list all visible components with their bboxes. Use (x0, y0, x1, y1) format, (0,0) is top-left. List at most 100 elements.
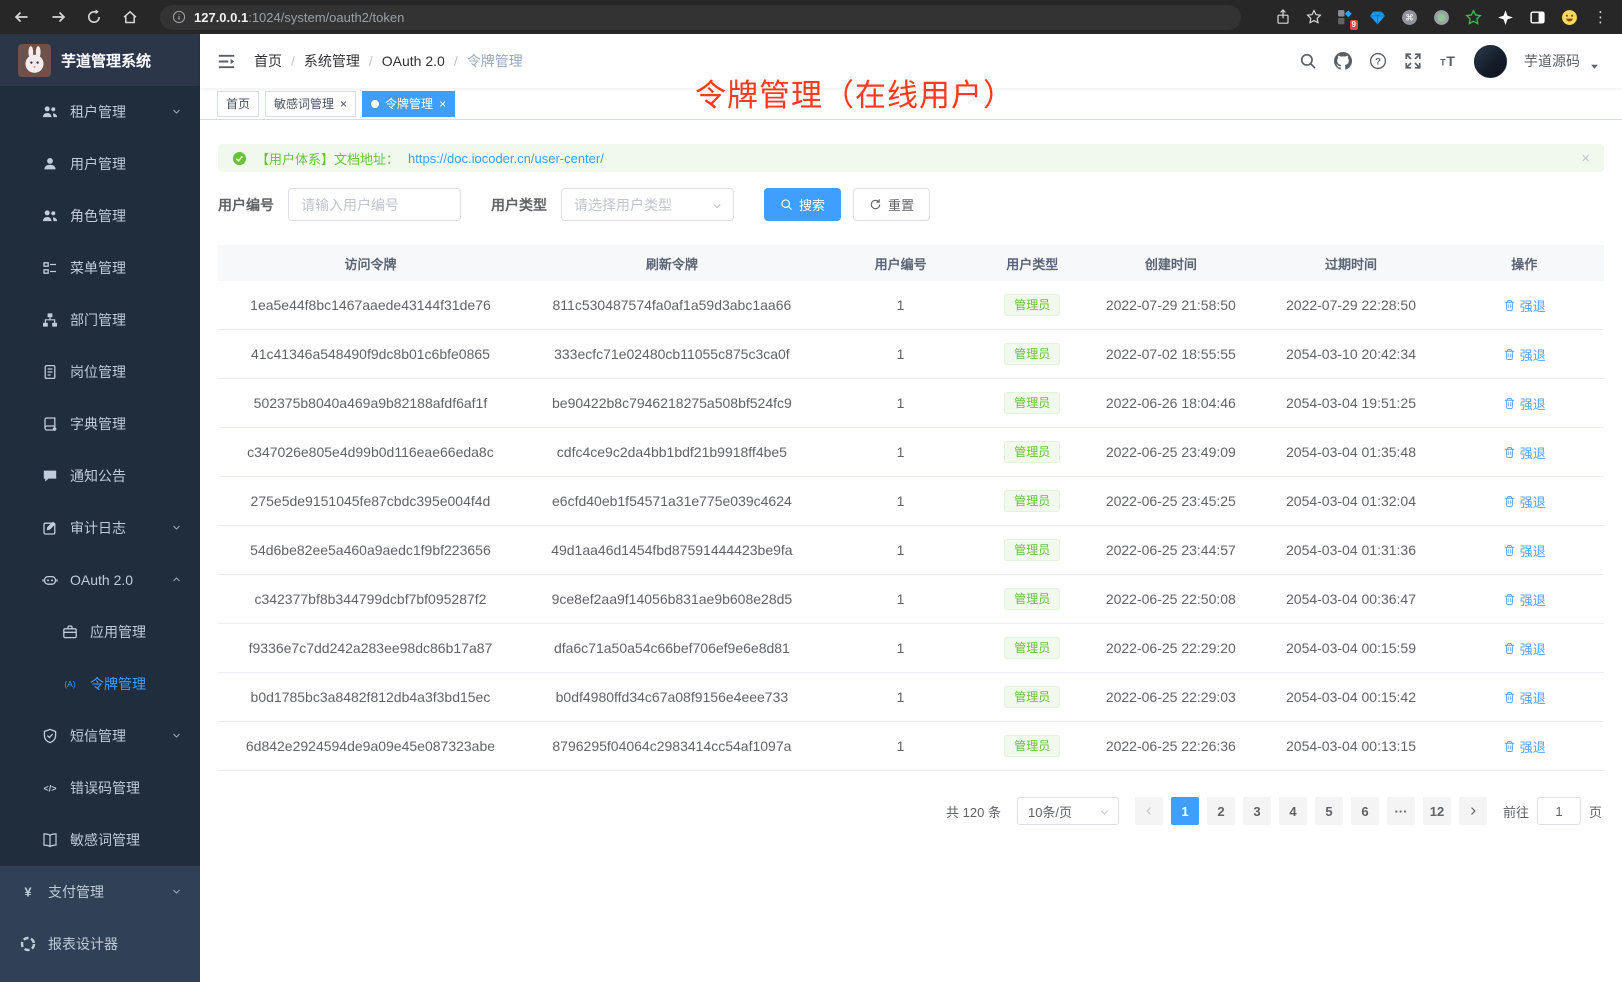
fullscreen-icon[interactable] (1404, 52, 1422, 70)
sidebar-item-user[interactable]: 用户管理 (0, 138, 200, 190)
extension-badge: 9 (1350, 20, 1358, 30)
page-button-1[interactable]: 1 (1171, 797, 1199, 825)
briefcase-icon (62, 624, 78, 640)
gem-extension-icon[interactable] (1369, 9, 1386, 26)
page-button-2[interactable]: 2 (1207, 797, 1235, 825)
doc-link[interactable]: https://doc.iocoder.cn/user-center/ (408, 151, 604, 166)
force-logout-button[interactable]: 强退 (1503, 443, 1546, 462)
page-button-12[interactable]: 12 (1423, 797, 1451, 825)
access-token-cell: 1ea5e44f8bc1467aaede43144f31de76 (218, 297, 523, 313)
bookmark-star-icon[interactable] (1306, 9, 1322, 25)
caret-down-icon[interactable] (1589, 59, 1600, 70)
goto-suffix: 页 (1589, 802, 1602, 821)
breadcrumb-item[interactable]: 首页 (254, 51, 282, 71)
tab-0[interactable]: 首页 (217, 91, 259, 117)
breadcrumb-item[interactable]: 系统管理 (304, 51, 360, 71)
emoji-extension-icon[interactable] (1561, 9, 1578, 26)
force-logout-button[interactable]: 强退 (1503, 639, 1546, 658)
table-row: 502375b8040a469a9b82188afdf6af1fbe90422b… (218, 379, 1604, 428)
refresh-token-cell: 49d1aa46d1454fbd87591444423be9fa (523, 542, 821, 558)
sparkle-extension-icon[interactable] (1497, 9, 1514, 26)
sidebar-extension-icon[interactable] (1529, 9, 1546, 26)
site-info-icon[interactable] (172, 10, 186, 24)
more-pages-button[interactable]: ··· (1387, 797, 1415, 825)
font-size-icon[interactable]: TT (1439, 52, 1457, 70)
sidebar-toggle-icon[interactable] (217, 52, 236, 71)
sidebar-item-error-code[interactable]: </>错误码管理 (0, 762, 200, 814)
sidebar-item-audit-log[interactable]: 审计日志 (0, 502, 200, 554)
alert-close-icon[interactable]: × (1581, 150, 1590, 167)
sidebar-item-post[interactable]: 岗位管理 (0, 346, 200, 398)
force-logout-button[interactable]: 强退 (1503, 688, 1546, 707)
share-icon[interactable] (1275, 9, 1291, 25)
force-logout-button[interactable]: 强退 (1503, 345, 1546, 364)
extension-grid-icon[interactable]: 9 (1337, 9, 1354, 26)
star-extension-icon[interactable] (1465, 9, 1482, 26)
page-size-select[interactable]: 10条/页 (1017, 797, 1119, 825)
tab-label: 敏感词管理 (274, 95, 334, 112)
user-id-cell: 1 (821, 297, 980, 313)
sidebar-item-dict[interactable]: 字典管理 (0, 398, 200, 450)
access-token-cell: c342377bf8b344799dcbf7bf095287f2 (218, 591, 523, 607)
sidebar-item-oauth2-token[interactable]: (A)令牌管理 (0, 658, 200, 710)
user-id-cell: 1 (821, 640, 980, 656)
sidebar-item-notice[interactable]: 通知公告 (0, 450, 200, 502)
prev-page-button[interactable] (1135, 797, 1163, 825)
page-button-5[interactable]: 5 (1315, 797, 1343, 825)
sidebar-item-oauth2-app[interactable]: 应用管理 (0, 606, 200, 658)
page-button-3[interactable]: 3 (1243, 797, 1271, 825)
sidebar-item-tenant[interactable]: 租户管理 (0, 86, 200, 138)
search-icon[interactable] (1299, 52, 1317, 70)
actions-cell: 强退 (1445, 590, 1604, 609)
reload-icon[interactable] (86, 9, 102, 25)
sidebar-item-dept[interactable]: 部门管理 (0, 294, 200, 346)
sidebar-item-report-designer[interactable]: 报表设计器 (0, 918, 200, 970)
user-type-tag: 管理员 (1004, 441, 1060, 463)
browser-menu-icon[interactable]: ⋮ (1593, 8, 1608, 26)
close-tab-icon[interactable]: × (340, 98, 347, 110)
search-button[interactable]: 搜索 (764, 188, 841, 221)
edit-icon (42, 520, 58, 536)
user-name[interactable]: 芋道源码 (1524, 51, 1580, 71)
user-id-input[interactable] (288, 188, 461, 221)
address-bar[interactable]: 127.0.0.1:1024/system/oauth2/token (160, 5, 1241, 30)
sidebar-item-sensitive-word[interactable]: 敏感词管理 (0, 814, 200, 866)
svg-text:?: ? (1375, 56, 1381, 67)
tab-active-2[interactable]: 令牌管理× (362, 91, 455, 117)
command-extension-icon[interactable]: ⌘ (1401, 9, 1418, 26)
sidebar-item-sms[interactable]: 短信管理 (0, 710, 200, 762)
user-avatar[interactable] (1474, 45, 1507, 78)
report-icon (20, 936, 36, 952)
close-tab-icon[interactable]: × (439, 98, 446, 110)
sidebar-item-pay[interactable]: ¥支付管理 (0, 866, 200, 918)
home-icon[interactable] (122, 9, 138, 25)
actions-cell: 强退 (1445, 443, 1604, 462)
page-button-6[interactable]: 6 (1351, 797, 1379, 825)
sidebar-item-role[interactable]: 角色管理 (0, 190, 200, 242)
sidebar-item-oauth2[interactable]: OAuth 2.0 (0, 554, 200, 606)
back-icon[interactable] (14, 9, 30, 25)
record-extension-icon[interactable] (1433, 9, 1450, 26)
forward-icon[interactable] (50, 9, 66, 25)
app-logo[interactable]: 芋道管理系统 (0, 34, 200, 86)
force-logout-button[interactable]: 强退 (1503, 590, 1546, 609)
force-logout-button[interactable]: 强退 (1503, 541, 1546, 560)
user-type-select[interactable]: 请选择用户类型 (561, 188, 734, 221)
tab-1[interactable]: 敏感词管理 × (265, 91, 356, 117)
help-icon[interactable]: ? (1369, 52, 1387, 70)
user-type-tag: 管理员 (1004, 490, 1060, 512)
created-time-cell: 2022-07-02 18:55:55 (1084, 346, 1257, 362)
force-logout-button[interactable]: 强退 (1503, 737, 1546, 756)
force-logout-button[interactable]: 强退 (1503, 492, 1546, 511)
breadcrumb-separator: / (369, 53, 373, 69)
reset-button[interactable]: 重置 (853, 188, 930, 221)
user-type-tag: 管理员 (1004, 343, 1060, 365)
force-logout-button[interactable]: 强退 (1503, 296, 1546, 315)
sidebar-item-menu[interactable]: 菜单管理 (0, 242, 200, 294)
breadcrumb-item[interactable]: OAuth 2.0 (382, 53, 445, 69)
force-logout-button[interactable]: 强退 (1503, 394, 1546, 413)
next-page-button[interactable] (1459, 797, 1487, 825)
github-icon[interactable] (1334, 52, 1352, 70)
goto-page-input[interactable] (1537, 797, 1581, 825)
page-button-4[interactable]: 4 (1279, 797, 1307, 825)
